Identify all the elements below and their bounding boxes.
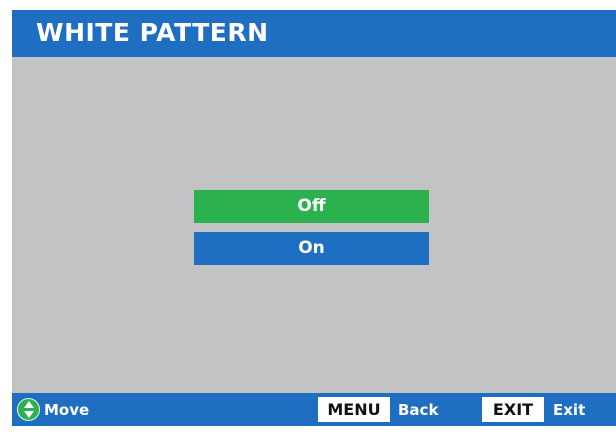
- exit-label: Exit: [553, 401, 586, 419]
- page-title: WHITE PATTERN: [36, 18, 269, 47]
- up-down-arrows-icon: [17, 398, 40, 421]
- footer-bar: Move MENU Back EXIT Exit: [12, 393, 616, 426]
- menu-key-button[interactable]: MENU: [318, 397, 390, 422]
- option-off[interactable]: Off: [194, 190, 429, 223]
- move-label: Move: [44, 401, 90, 419]
- osd-screen: WHITE PATTERN Off On Move MENU Back EXIT…: [12, 10, 616, 426]
- exit-key-button[interactable]: EXIT: [482, 397, 544, 422]
- back-label: Back: [398, 401, 439, 419]
- option-on[interactable]: On: [194, 232, 429, 265]
- title-bar: WHITE PATTERN: [12, 10, 616, 57]
